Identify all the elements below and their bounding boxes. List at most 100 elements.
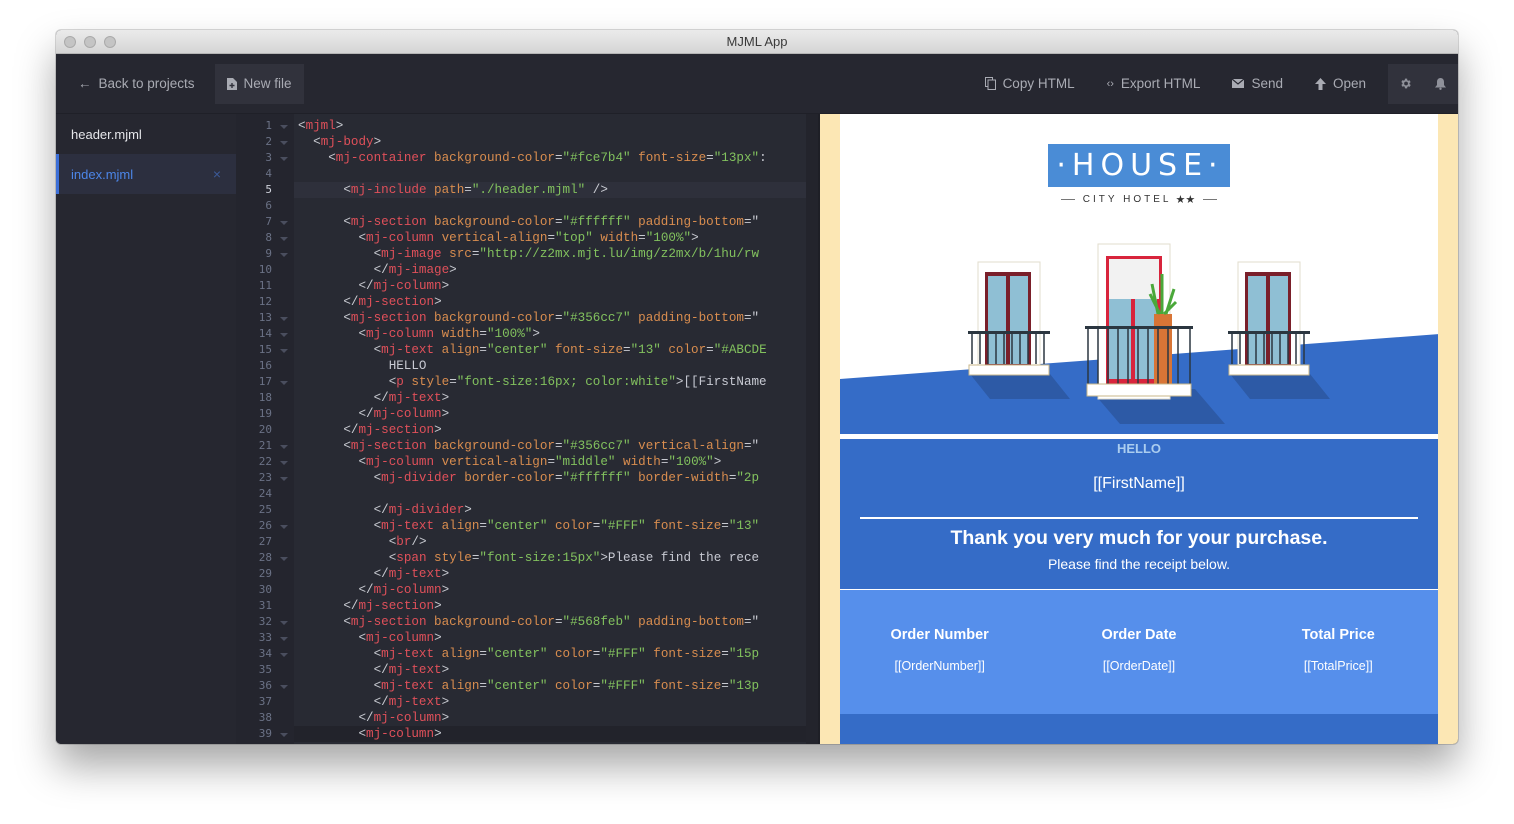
code-token: Please find the rece: [607, 551, 760, 565]
email-preview: ·HOUSE· CITY HOTEL ★★ HELLO [[FirstName]…: [820, 114, 1458, 744]
code-token: "2p: [736, 471, 760, 485]
code-line[interactable]: <mj-divider border-color="#ffffff" borde…: [294, 470, 806, 486]
code-line[interactable]: [294, 486, 806, 502]
back-to-projects-button[interactable]: ← Back to projects: [66, 64, 207, 104]
fold-arrow-icon[interactable]: [280, 685, 288, 689]
code-line[interactable]: <mj-column vertical-align="top" width="1…: [294, 230, 806, 246]
code-line[interactable]: <mj-text align="center" color="#FFF" fon…: [294, 646, 806, 662]
fold-arrow-icon[interactable]: [280, 621, 288, 625]
code-area[interactable]: <mjml> <mj-body> <mj-container backgroun…: [294, 114, 806, 744]
fold-arrow-icon[interactable]: [280, 653, 288, 657]
copy-html-button[interactable]: Copy HTML: [973, 64, 1087, 104]
file-name: header.mjml: [71, 126, 142, 142]
fold-arrow-icon[interactable]: [280, 445, 288, 449]
code-token: "100%": [486, 327, 533, 341]
receipt-subtext: Please find the receipt below.: [1047, 556, 1231, 572]
code-line[interactable]: <mj-column width="100%">: [294, 326, 806, 342]
code-token: >: [441, 279, 450, 293]
code-line[interactable]: </mj-text>: [294, 662, 806, 678]
code-editor[interactable]: 1 2 3 4 5 6 7 8 9 10 11 12 13 14 15 16 17 18 19 20 21 22 23 24 2…: [236, 114, 818, 744]
fold-arrow-icon[interactable]: [280, 557, 288, 561]
export-html-button[interactable]: ‹› Export HTML: [1095, 64, 1213, 104]
fold-arrow-icon[interactable]: [280, 125, 288, 129]
code-line[interactable]: <mj-image src="http://z2mx.mjt.lu/img/z2…: [294, 246, 806, 262]
code-line[interactable]: <mj-container background-color="#fce7b4"…: [294, 150, 806, 166]
code-line[interactable]: <br/>: [294, 534, 806, 550]
fold-arrow-icon[interactable]: [280, 333, 288, 337]
code-token: align: [434, 647, 480, 661]
fold-arrow-icon[interactable]: [280, 461, 288, 465]
maximize-window-button[interactable]: [104, 36, 116, 48]
code-line[interactable]: <mj-column vertical-align="middle" width…: [294, 454, 806, 470]
code-line[interactable]: </mj-text>: [294, 390, 806, 406]
line-number: 21: [236, 438, 294, 454]
code-token: />: [585, 183, 608, 197]
code-line[interactable]: [294, 198, 806, 214]
notifications-button[interactable]: [1423, 64, 1458, 104]
code-line[interactable]: <mj-section background-color="#356cc7" v…: [294, 438, 806, 454]
fold-arrow-icon[interactable]: [280, 253, 288, 257]
code-token: mjml: [305, 119, 336, 133]
code-line[interactable]: </mj-column>: [294, 710, 806, 726]
code-line[interactable]: <mj-text align="center" font-size="13" c…: [294, 342, 806, 358]
code-line[interactable]: </mj-divider>: [294, 502, 806, 518]
fold-arrow-icon[interactable]: [280, 637, 288, 641]
new-file-button[interactable]: New file: [214, 63, 304, 104]
fold-arrow-icon[interactable]: [280, 157, 288, 161]
code-token: "#fce7b4": [562, 151, 631, 165]
code-line[interactable]: <mj-body>: [294, 134, 806, 150]
fold-arrow-icon[interactable]: [280, 525, 288, 529]
code-token: <: [343, 311, 351, 325]
code-line[interactable]: <mjml>: [294, 118, 806, 134]
code-line[interactable]: </mj-section>: [294, 598, 806, 614]
fold-arrow-icon[interactable]: [280, 141, 288, 145]
code-line[interactable]: </mj-column>: [294, 406, 806, 422]
fold-arrow-icon[interactable]: [280, 221, 288, 225]
code-line[interactable]: </mj-section>: [294, 422, 806, 438]
email-body: ·HOUSE· CITY HOTEL ★★ HELLO [[FirstName]…: [840, 114, 1438, 744]
fold-arrow-icon[interactable]: [280, 381, 288, 385]
code-token: <: [358, 455, 367, 469]
code-token: "http://z2mx.mjt.lu/img/z2mx/b/1hu/rw: [479, 247, 760, 261]
open-button[interactable]: Open: [1303, 64, 1378, 104]
code-line[interactable]: <mj-text align="center" color="#FFF" fon…: [294, 678, 806, 694]
code-line[interactable]: </mj-image>: [294, 262, 806, 278]
code-line[interactable]: <mj-column>: [294, 726, 806, 742]
code-line[interactable]: <mj-text align="center" color="#FFF" fon…: [294, 518, 806, 534]
send-button[interactable]: Send: [1220, 64, 1295, 104]
code-line[interactable]: </mj-column>: [294, 582, 806, 598]
code-line[interactable]: <span style="font-size:15px">Please find…: [294, 550, 806, 566]
fold-arrow-icon[interactable]: [280, 317, 288, 321]
code-line[interactable]: </mj-text>: [294, 694, 806, 710]
file-item-index[interactable]: index.mjml ×: [56, 154, 236, 194]
code-line[interactable]: <mj-include path="./header.mjml" />: [294, 182, 806, 198]
code-line[interactable]: HELLO: [294, 358, 806, 374]
close-file-icon[interactable]: ×: [213, 166, 221, 182]
line-number: 32: [236, 614, 294, 630]
close-window-button[interactable]: [64, 36, 76, 48]
code-token: font-size: [630, 151, 707, 165]
code-line[interactable]: <p style="font-size:16px; color:white">[…: [294, 374, 806, 390]
settings-button[interactable]: [1388, 64, 1423, 104]
code-line[interactable]: </mj-text>: [294, 566, 806, 582]
fold-arrow-icon[interactable]: [280, 733, 288, 737]
code-line[interactable]: </mj-section>: [294, 294, 806, 310]
line-number: 1: [236, 118, 294, 134]
logo-title: ·HOUSE·: [1048, 144, 1230, 187]
code-token: <: [373, 247, 382, 261]
code-token: mj-section: [350, 615, 427, 629]
code-line[interactable]: </mj-column>: [294, 278, 806, 294]
editor-scrollbar[interactable]: [806, 114, 818, 744]
fold-arrow-icon[interactable]: [280, 477, 288, 481]
code-token: <: [343, 215, 351, 229]
code-line[interactable]: <mj-section background-color="#568feb" p…: [294, 614, 806, 630]
code-line[interactable]: [294, 166, 806, 182]
file-item-header[interactable]: header.mjml: [56, 114, 236, 154]
fold-arrow-icon[interactable]: [280, 349, 288, 353]
fold-arrow-icon[interactable]: [280, 237, 288, 241]
code-line[interactable]: <mj-section background-color="#ffffff" p…: [294, 214, 806, 230]
code-line[interactable]: <mj-column>: [294, 630, 806, 646]
code-line[interactable]: <mj-section background-color="#356cc7" p…: [294, 310, 806, 326]
minimize-window-button[interactable]: [84, 36, 96, 48]
